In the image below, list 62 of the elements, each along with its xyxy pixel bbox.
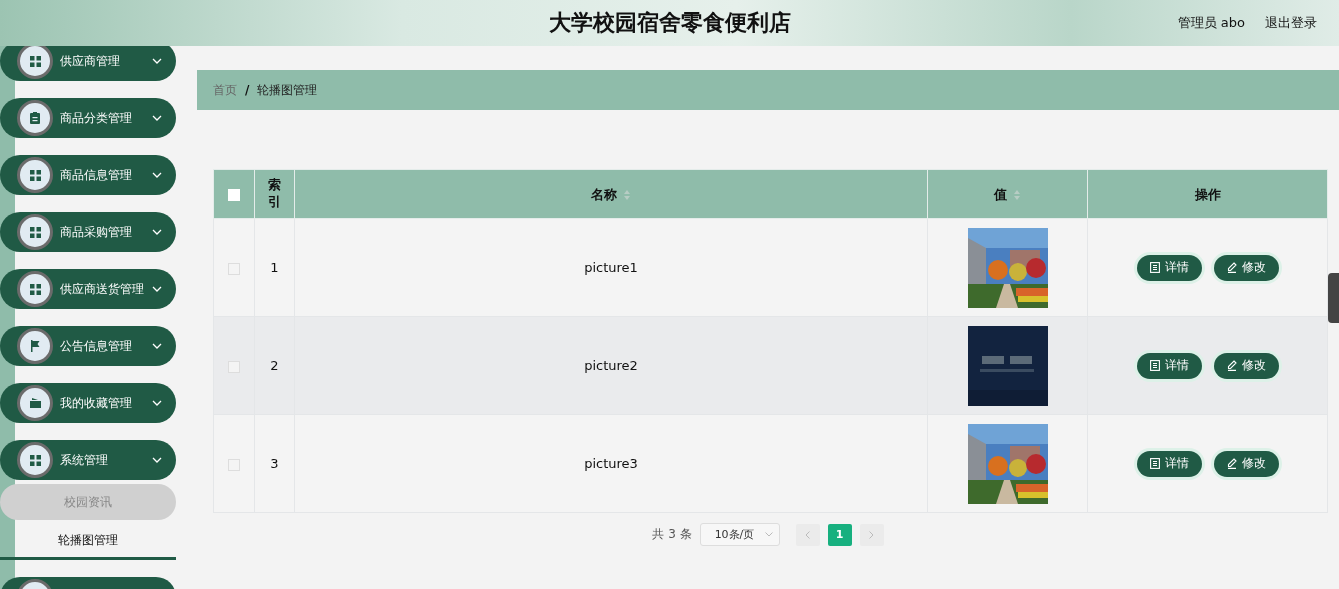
- pencil-icon: [1226, 262, 1237, 273]
- total-count: 共 3 条: [652, 526, 692, 543]
- column-title: 名称: [591, 186, 617, 202]
- details-button[interactable]: 详情: [1136, 352, 1202, 379]
- column-title: 值: [994, 186, 1007, 202]
- select-all-checkbox[interactable]: [228, 189, 240, 201]
- grid-icon: [29, 169, 41, 181]
- previous-page-button[interactable]: [795, 523, 820, 546]
- header-cell: 操作: [1087, 169, 1328, 219]
- grid-icon: [29, 283, 41, 295]
- table-cell: 2: [254, 316, 295, 415]
- menu-item[interactable]: 商品采购管理: [0, 212, 176, 252]
- chevron-down-icon: [152, 457, 162, 463]
- chevron-down-icon: [152, 343, 162, 349]
- page-size-select[interactable]: 10条/页: [699, 523, 780, 546]
- table-cell: picture1: [294, 218, 928, 317]
- clipboard-icon: [30, 112, 40, 124]
- grid-icon: [29, 226, 41, 238]
- details-button[interactable]: 详情: [1136, 450, 1202, 477]
- breadcrumb-separator: /: [245, 83, 250, 97]
- wallet-icon: [29, 398, 41, 408]
- chevron-down-icon: [152, 58, 162, 64]
- document-icon: [1149, 360, 1160, 371]
- chevron-down-icon: [764, 532, 773, 537]
- grid-icon: [29, 55, 41, 67]
- edit-button[interactable]: 修改: [1213, 450, 1279, 477]
- grid-icon: [29, 454, 41, 466]
- chevron-right-icon: [869, 530, 875, 539]
- table-cell: picture2: [294, 316, 928, 415]
- chevron-down-icon: [152, 172, 162, 178]
- chevron-down-icon: [152, 115, 162, 121]
- menu-item[interactable]: 商品分类管理: [0, 98, 176, 138]
- table-cell: 3: [254, 414, 295, 513]
- chevron-left-icon: [805, 530, 811, 539]
- table-cell: picture3: [294, 414, 928, 513]
- collapse-handle[interactable]: [1328, 273, 1339, 323]
- menu-item[interactable]: 系统管理: [0, 440, 176, 480]
- pencil-icon: [1226, 458, 1237, 469]
- pencil-icon: [1226, 360, 1237, 371]
- document-icon: [1149, 262, 1160, 273]
- chevron-down-icon: [152, 229, 162, 235]
- details-button[interactable]: 详情: [1136, 254, 1202, 281]
- sort-icon[interactable]: [1013, 189, 1021, 201]
- next-page-button[interactable]: [859, 523, 884, 546]
- menu-item[interactable]: 商品信息管理: [0, 155, 176, 195]
- menu-item[interactable]: 供应商送货管理: [0, 269, 176, 309]
- header-cell: 索引: [254, 169, 295, 219]
- submenu-item[interactable]: 轮播图管理: [0, 524, 176, 560]
- flag-icon: [30, 340, 40, 352]
- menu-item[interactable]: 我的收藏管理: [0, 383, 176, 423]
- user-name: 管理员 abo: [1177, 14, 1245, 32]
- site-title: 大学校园宿舍零食便利店: [548, 9, 791, 37]
- menu-item[interactable]: 公告信息管理: [0, 326, 176, 366]
- logout-link[interactable]: 退出登录: [1265, 14, 1317, 32]
- menu-item[interactable]: 供应商管理: [0, 46, 176, 81]
- table-cell: 1: [254, 218, 295, 317]
- chevron-down-icon: [152, 286, 162, 292]
- sort-icon[interactable]: [623, 189, 631, 201]
- edit-button[interactable]: 修改: [1213, 254, 1279, 281]
- chevron-down-icon: [152, 400, 162, 406]
- edit-button[interactable]: 修改: [1213, 352, 1279, 379]
- document-icon: [1149, 458, 1160, 469]
